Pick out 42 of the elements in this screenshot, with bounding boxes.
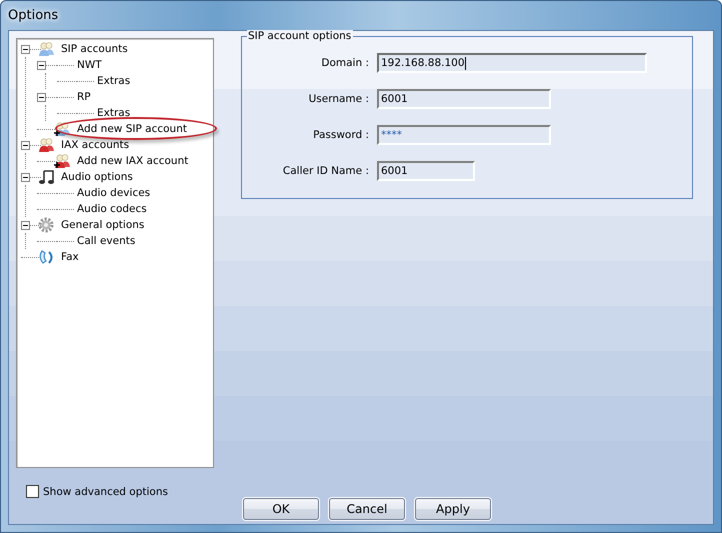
tree-item[interactable]: General options [60, 218, 146, 232]
users-icon [37, 137, 55, 153]
dialog-button[interactable]: Apply [415, 498, 491, 520]
tree-item[interactable]: Extras [96, 106, 132, 120]
tree-item[interactable]: Extras [96, 74, 132, 88]
input-field[interactable]: 6001 [377, 161, 475, 181]
tree-item[interactable]: Add new SIP account [76, 122, 188, 136]
tree-item[interactable]: RP [76, 90, 92, 104]
window-title: Options [8, 8, 60, 23]
tree-item[interactable]: IAX accounts [60, 138, 130, 152]
music-note-icon [37, 169, 55, 185]
field-label: Password : [312, 129, 370, 141]
add-user-icon [53, 153, 71, 169]
tree-item[interactable]: Audio options [60, 170, 134, 184]
expander-icon[interactable] [21, 220, 30, 230]
expander-icon[interactable] [37, 92, 46, 102]
expander-icon[interactable] [21, 44, 30, 54]
input-field[interactable]: 6001 [377, 89, 551, 109]
gear-icon [37, 217, 55, 233]
tree-item[interactable]: Audio devices [76, 186, 152, 200]
field-label: Caller ID Name : [282, 165, 370, 177]
dialog-button[interactable]: OK [243, 498, 319, 520]
tree-item[interactable]: Fax [60, 250, 80, 264]
checkbox[interactable] [26, 485, 39, 498]
field-label: Username : [308, 93, 370, 105]
expander-icon[interactable] [37, 60, 46, 70]
group-title: SIP account options [247, 30, 354, 43]
tree-item[interactable]: Add new IAX account [76, 154, 190, 168]
dialog-button[interactable]: Cancel [329, 498, 405, 520]
password-field[interactable]: **** [377, 125, 551, 145]
expander-icon[interactable] [21, 172, 30, 182]
tree-item[interactable]: Call events [76, 234, 136, 248]
users-icon [37, 41, 55, 57]
tree-item[interactable]: SIP accounts [60, 42, 129, 56]
tree-item[interactable]: NWT [76, 58, 103, 72]
input-field[interactable]: 192.168.88.100 [377, 53, 647, 73]
add-user-icon [53, 121, 71, 137]
phone-icon [37, 249, 55, 265]
tree-item[interactable]: Audio codecs [76, 202, 148, 216]
checkbox-label[interactable]: Show advanced options [43, 486, 168, 498]
expander-icon[interactable] [21, 140, 30, 150]
field-label: Domain : [320, 57, 370, 69]
